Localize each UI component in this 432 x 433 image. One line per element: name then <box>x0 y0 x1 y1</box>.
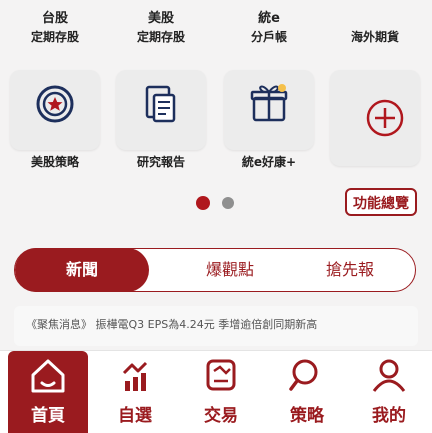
shortcut-line2: 海外期貨 <box>350 30 399 44</box>
shortcut-line2: 分戶帳 <box>250 30 287 44</box>
news-item[interactable]: 《聚焦消息》 振樺電Q3 EPS為4.24元 季增逾倍創同期新高 <box>14 306 418 346</box>
deals-label: 統e好康+ <box>241 155 297 169</box>
nav-watchlist[interactable]: 自選 <box>92 351 178 433</box>
nav-home-label: 首頁 <box>31 406 65 426</box>
page-dot-inactive <box>222 197 234 209</box>
shortcut-overseas-futures[interactable]: 海外期貨 <box>330 0 420 48</box>
nav-trade-label: 交易 <box>204 406 238 426</box>
shortcut-line1: 台股 <box>41 11 68 26</box>
nav-profile-label: 我的 <box>372 406 406 426</box>
search-strategy-icon <box>289 359 318 391</box>
star-shield-icon <box>36 85 74 123</box>
nav-profile[interactable]: 我的 <box>346 351 432 433</box>
report-document-icon <box>145 85 176 123</box>
shortcut-us-stock-savings[interactable]: 美股 定期存股 <box>116 0 206 48</box>
plus-circle-icon <box>366 99 404 137</box>
nav-trade[interactable]: 交易 <box>178 351 264 433</box>
page-dot-active <box>196 196 210 210</box>
home-icon <box>31 359 65 393</box>
nav-home[interactable]: 首頁 <box>5 351 91 433</box>
research-report-label: 研究報告 <box>136 155 185 169</box>
shortcut-line1: 統e <box>258 11 280 26</box>
gift-icon <box>250 84 288 122</box>
nav-strategy-label: 策略 <box>290 406 324 426</box>
trade-icon <box>206 359 236 391</box>
watchlist-chart-icon <box>122 361 148 391</box>
news-headline: 《聚焦消息》 振樺電Q3 EPS為4.24元 季增逾倍創同期新高 <box>26 318 318 331</box>
us-strategy-label: 美股策略 <box>30 155 79 169</box>
bottom-nav: 首頁 自選 交易 策略 我的 <box>0 350 432 433</box>
tab-news[interactable]: 新聞 <box>15 248 149 292</box>
us-strategy-tile[interactable] <box>10 70 100 150</box>
deals-tile[interactable] <box>224 70 314 150</box>
shortcut-tw-stock-savings[interactable]: 台股 定期存股 <box>10 0 100 48</box>
shortcut-line1: 美股 <box>147 11 174 26</box>
feature-overview-button[interactable]: 功能總覽 <box>345 188 417 216</box>
nav-watchlist-label: 自選 <box>118 406 152 426</box>
tab-scoop[interactable]: 搶先報 <box>290 249 410 291</box>
shortcut-line2: 定期存股 <box>136 30 185 44</box>
add-shortcut-tile[interactable] <box>330 70 420 166</box>
research-report-tile[interactable] <box>116 70 206 150</box>
tab-hot-views[interactable]: 爆觀點 <box>170 249 290 291</box>
news-tab-bar: 新聞 爆觀點 搶先報 <box>14 248 416 292</box>
shortcut-sub-account[interactable]: 統e 分戶帳 <box>224 0 314 48</box>
profile-icon <box>372 359 406 392</box>
nav-strategy[interactable]: 策略 <box>264 351 350 433</box>
shortcut-line2: 定期存股 <box>30 30 79 44</box>
